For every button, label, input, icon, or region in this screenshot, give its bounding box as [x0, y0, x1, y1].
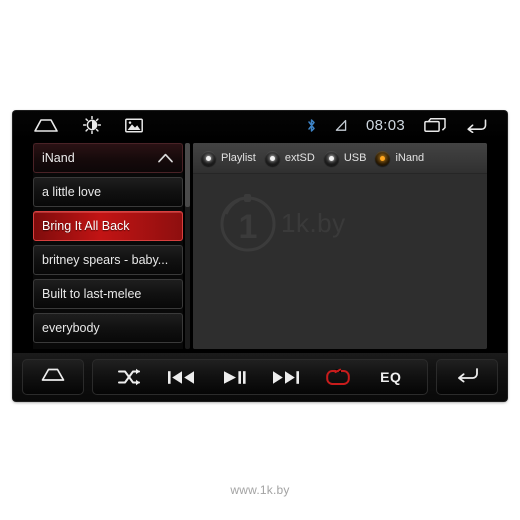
wallpaper-icon[interactable]	[125, 117, 143, 133]
play-pause-button[interactable]	[217, 360, 251, 394]
tab-extsd[interactable]: extSD	[264, 150, 315, 166]
track-title: everybody	[42, 321, 100, 335]
tab-label: USB	[343, 152, 367, 164]
radio-icon-selected[interactable]	[375, 150, 391, 166]
tab-label: extSD	[284, 152, 315, 164]
radio-icon[interactable]	[264, 150, 280, 166]
track-title: Bring It All Back	[42, 219, 130, 233]
playlist-panel: iNand a little love Bring It All Back br…	[33, 143, 183, 349]
tab-label: Playlist	[221, 152, 256, 164]
previous-track-icon	[167, 369, 195, 386]
screenshot-stage: 08:03 iNand a little love Bring It All B…	[0, 0, 520, 520]
status-bar-left-icons	[13, 116, 143, 134]
list-item[interactable]: Bring It All Back	[33, 211, 183, 241]
tab-inand[interactable]: iNand	[375, 150, 425, 166]
source-tabs: Playlist extSD USB iNand	[193, 143, 487, 174]
playlist-scrollbar[interactable]	[185, 143, 190, 349]
watermark-text: 1k.by	[281, 207, 346, 238]
transport-controls: EQ	[92, 359, 428, 395]
play-pause-icon	[222, 369, 246, 386]
track-content-area: 1 1k.by	[193, 174, 487, 349]
list-item[interactable]: britney spears - baby...	[33, 245, 183, 275]
track-title: Built to last-melee	[42, 287, 142, 301]
next-track-icon	[272, 369, 300, 386]
back-button[interactable]	[436, 359, 498, 395]
list-item[interactable]: everybody	[33, 313, 183, 343]
signal-icon	[335, 119, 347, 132]
radio-icon[interactable]	[201, 150, 216, 166]
home-icon[interactable]	[33, 117, 59, 133]
playlist-scrollbar-thumb[interactable]	[185, 143, 190, 207]
watermark-logo-icon: 1	[217, 192, 279, 254]
status-bar: 08:03	[13, 111, 507, 139]
content-panel: Playlist extSD USB iNand 1 1k.by	[193, 143, 487, 349]
recent-apps-icon[interactable]	[424, 117, 446, 133]
track-title: britney spears - baby...	[42, 253, 169, 267]
tab-usb[interactable]: USB	[323, 150, 367, 166]
track-title: a little love	[42, 185, 102, 199]
car-head-unit-device: 08:03 iNand a little love Bring It All B…	[13, 111, 507, 401]
radio-icon[interactable]	[323, 150, 339, 166]
list-item[interactable]: Built to last-melee	[33, 279, 183, 309]
bluetooth-icon	[307, 118, 316, 133]
eq-label: EQ	[380, 369, 402, 385]
repeat-icon	[325, 368, 351, 387]
svg-text:1: 1	[239, 208, 258, 246]
repeat-button[interactable]	[321, 360, 355, 394]
tab-playlist[interactable]: Playlist	[201, 150, 256, 166]
back-icon[interactable]	[465, 117, 487, 133]
home-icon	[40, 367, 66, 387]
shuffle-icon	[117, 368, 141, 386]
status-bar-clock: 08:03	[365, 116, 405, 134]
playlist-header-inand[interactable]: iNand	[33, 143, 183, 173]
content-watermark: 1 1k.by	[217, 192, 346, 254]
site-watermark: www.1k.by	[230, 483, 290, 497]
playback-control-bar: EQ	[13, 353, 507, 401]
chevron-up-icon[interactable]	[157, 152, 174, 164]
shuffle-button[interactable]	[112, 360, 146, 394]
brightness-icon[interactable]	[83, 116, 101, 134]
back-icon	[455, 366, 479, 388]
playlist-header-label: iNand	[42, 151, 75, 165]
app-screen: iNand a little love Bring It All Back br…	[13, 139, 507, 353]
previous-button[interactable]	[164, 360, 198, 394]
tab-label: iNand	[395, 152, 425, 164]
next-button[interactable]	[269, 360, 303, 394]
eq-button[interactable]: EQ	[374, 360, 408, 394]
home-button[interactable]	[22, 359, 84, 395]
list-item[interactable]: a little love	[33, 177, 183, 207]
status-bar-right-group: 08:03	[307, 117, 507, 133]
